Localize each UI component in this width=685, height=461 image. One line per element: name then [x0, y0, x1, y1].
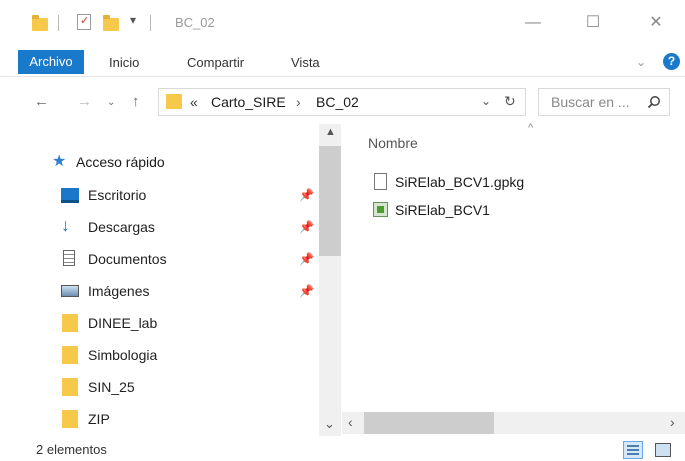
expand-ribbon-icon[interactable]: ⌄ — [636, 55, 646, 69]
qgis-project-icon — [373, 202, 388, 217]
address-bar[interactable]: « Carto_SIRE › BC_02 ⌄ ↻ — [158, 88, 526, 116]
close-icon[interactable]: ✕ — [641, 10, 671, 36]
pictures-icon — [61, 285, 79, 297]
folder-icon — [62, 410, 78, 428]
nav-scrollbar-thumb[interactable] — [319, 146, 341, 256]
tab-inicio[interactable]: Inicio — [109, 55, 139, 70]
large-icons-view-icon[interactable] — [655, 443, 671, 457]
quick-access-label: Acceso rápido — [76, 154, 165, 170]
sidebar-item-label: Simbologia — [88, 347, 158, 363]
sidebar-item-label: SIN_25 — [88, 379, 135, 395]
search-input[interactable]: Buscar en ... — [551, 94, 630, 110]
breadcrumb-carto-sire[interactable]: Carto_SIRE — [211, 94, 286, 110]
back-button[interactable]: ← — [34, 93, 49, 110]
sidebar-item-label: Documentos — [88, 251, 167, 267]
sidebar-item-dinee-lab[interactable]: DINEE_lab — [57, 310, 317, 338]
folder-icon — [62, 314, 78, 332]
column-header-nombre[interactable]: Nombre — [368, 135, 418, 151]
folder-icon — [62, 378, 78, 396]
sidebar-item-label: ZIP — [88, 411, 110, 427]
tab-compartir[interactable]: Compartir — [187, 55, 244, 70]
sidebar-item-zip[interactable]: ZIP — [57, 406, 317, 434]
sidebar-item-sin-25[interactable]: SIN_25 — [57, 374, 317, 402]
scroll-left-arrow[interactable]: ‹ — [348, 414, 353, 430]
folder-icon — [32, 15, 48, 31]
breadcrumb-separator: › — [296, 94, 301, 110]
separator — [58, 15, 59, 31]
ribbon — [0, 48, 685, 77]
scroll-right-arrow[interactable]: › — [670, 414, 675, 430]
status-item-count: 2 elementos — [36, 442, 107, 457]
breadcrumb-overflow[interactable]: « — [190, 94, 198, 110]
tab-vista[interactable]: Vista — [291, 55, 320, 70]
sidebar-item-escritorio[interactable]: Escritorio 📌 — [57, 182, 317, 210]
maximize-icon[interactable]: ☐ — [578, 10, 608, 36]
desktop-icon — [61, 188, 79, 203]
folder-icon — [166, 94, 182, 109]
tab-archivo[interactable]: Archivo — [18, 50, 84, 74]
separator — [150, 15, 151, 31]
content-scrollbar-thumb[interactable] — [364, 412, 494, 434]
up-button[interactable]: ↑ — [132, 93, 140, 110]
forward-button[interactable]: → — [77, 93, 92, 110]
star-icon: ★ — [52, 153, 67, 170]
documents-icon — [63, 250, 75, 266]
refresh-icon[interactable]: ↻ — [504, 93, 516, 110]
file-name: SiRElab_BCV1.gpkg — [395, 174, 525, 190]
breadcrumb-bc-02[interactable]: BC_02 — [316, 94, 359, 110]
address-dropdown-icon[interactable]: ⌄ — [481, 94, 491, 108]
scroll-down-arrow[interactable]: ⌄ — [324, 416, 335, 432]
file-icon — [374, 173, 387, 190]
pin-icon[interactable]: 📌 — [299, 284, 314, 298]
sidebar-item-label: Escritorio — [88, 187, 147, 203]
sort-indicator-icon: ^ — [528, 122, 534, 134]
sidebar-item-label: Descargas — [88, 219, 155, 235]
properties-icon[interactable]: ✓ — [77, 14, 91, 30]
pin-icon[interactable]: 📌 — [299, 220, 314, 234]
folder-icon — [62, 346, 78, 364]
recent-locations-icon[interactable]: ⌄ — [107, 97, 115, 108]
sidebar-item-label: DINEE_lab — [88, 315, 158, 331]
details-view-icon[interactable] — [623, 441, 643, 459]
title-bar: ✓ ▾ BC_02 — ☐ ✕ — [0, 0, 685, 46]
quick-access-item[interactable]: ★ Acceso rápido — [50, 150, 290, 174]
sidebar-item-documentos[interactable]: Documentos 📌 — [57, 246, 317, 274]
quick-access-dropdown-icon[interactable]: ▾ — [130, 13, 136, 27]
scroll-up-arrow[interactable]: ▲ — [325, 126, 336, 138]
window-title: BC_02 — [175, 15, 215, 30]
sidebar-item-label: Imágenes — [88, 283, 150, 299]
help-icon[interactable]: ? — [663, 53, 680, 70]
minimize-icon[interactable]: — — [518, 10, 548, 36]
pin-icon[interactable]: 📌 — [299, 188, 314, 202]
file-name: SiRElab_BCV1 — [395, 202, 490, 218]
new-folder-icon[interactable] — [103, 15, 119, 31]
pin-icon[interactable]: 📌 — [299, 252, 314, 266]
downloads-icon: ↓ — [61, 215, 70, 235]
search-icon[interactable] — [647, 95, 661, 109]
sidebar-item-descargas[interactable]: ↓ Descargas 📌 — [57, 214, 317, 242]
sidebar-item-imagenes[interactable]: Imágenes 📌 — [57, 278, 317, 306]
sidebar-item-simbologia[interactable]: Simbologia — [57, 342, 317, 370]
search-box[interactable]: Buscar en ... — [538, 88, 670, 116]
